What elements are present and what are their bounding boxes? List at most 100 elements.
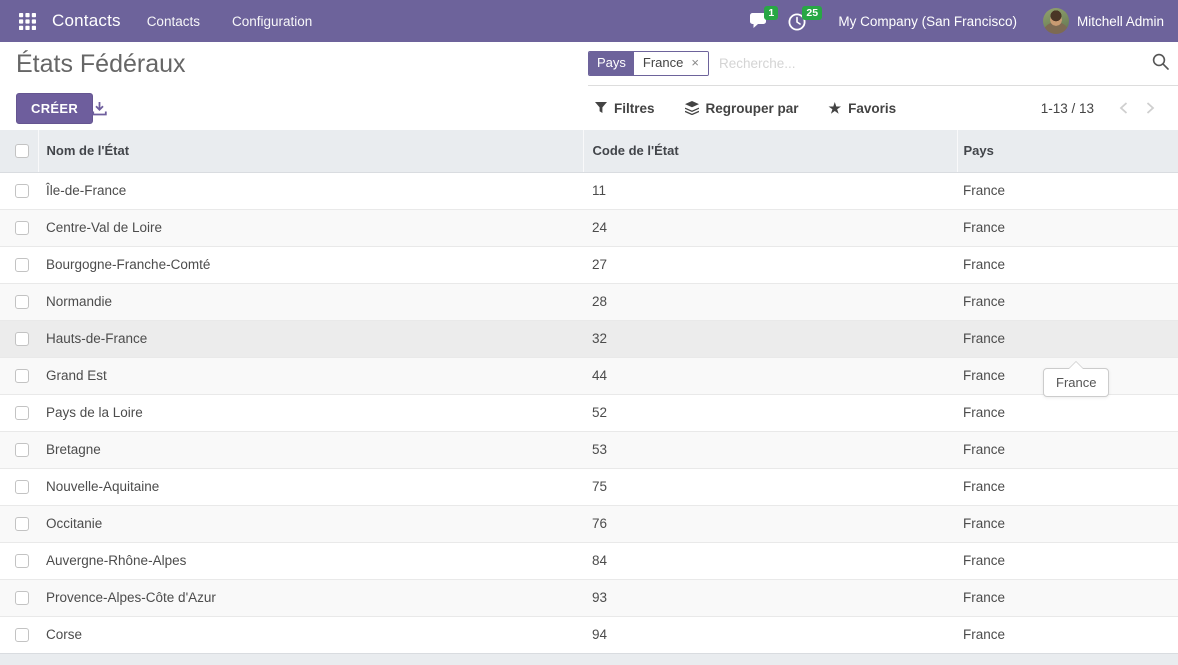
table-row[interactable]: Île-de-France11France bbox=[0, 172, 1178, 209]
row-checkbox-cell bbox=[0, 579, 38, 616]
state-name-cell[interactable]: Nouvelle-Aquitaine bbox=[38, 468, 583, 505]
company-switcher[interactable]: My Company (San Francisco) bbox=[838, 14, 1017, 29]
row-checkbox-cell bbox=[0, 320, 38, 357]
table-row[interactable]: Bretagne53France bbox=[0, 431, 1178, 468]
state-country-cell[interactable]: France bbox=[957, 505, 1178, 542]
state-country-cell[interactable]: France bbox=[957, 431, 1178, 468]
search-bar[interactable]: Pays France × bbox=[588, 42, 1178, 86]
export-icon[interactable] bbox=[92, 101, 107, 121]
table-row[interactable]: Pays de la Loire52France bbox=[0, 394, 1178, 431]
state-code-cell[interactable]: 44 bbox=[583, 357, 957, 394]
list-view: Nom de l'État Code de l'État Pays Île-de… bbox=[0, 130, 1178, 653]
groupby-button[interactable]: Regrouper par bbox=[685, 101, 799, 116]
state-country-cell[interactable]: France bbox=[957, 468, 1178, 505]
row-checkbox-cell bbox=[0, 394, 38, 431]
state-name-cell[interactable]: Normandie bbox=[38, 283, 583, 320]
apps-grid-icon[interactable] bbox=[12, 0, 42, 42]
row-checkbox[interactable] bbox=[15, 517, 29, 531]
state-code-cell[interactable]: 32 bbox=[583, 320, 957, 357]
search-facet[interactable]: Pays France × bbox=[588, 51, 709, 76]
state-name-cell[interactable]: Occitanie bbox=[38, 505, 583, 542]
state-name-cell[interactable]: Pays de la Loire bbox=[38, 394, 583, 431]
state-name-cell[interactable]: Île-de-France bbox=[38, 172, 583, 209]
favorites-button[interactable]: ★ Favoris bbox=[829, 100, 897, 117]
state-code-cell[interactable]: 28 bbox=[583, 283, 957, 320]
messages-button[interactable]: 1 bbox=[748, 0, 786, 42]
state-name-cell[interactable]: Grand Est bbox=[38, 357, 583, 394]
user-menu[interactable]: Mitchell Admin bbox=[1043, 8, 1164, 34]
state-name-cell[interactable]: Bretagne bbox=[38, 431, 583, 468]
tooltip: France bbox=[1043, 368, 1109, 397]
table-row[interactable]: Grand Est44 France bbox=[0, 357, 1178, 394]
state-code-cell[interactable]: 52 bbox=[583, 394, 957, 431]
search-input[interactable] bbox=[709, 56, 1146, 71]
facet-value: France bbox=[634, 52, 689, 75]
state-code-cell[interactable]: 53 bbox=[583, 431, 957, 468]
state-code-cell[interactable]: 76 bbox=[583, 505, 957, 542]
table-row[interactable]: Normandie28France bbox=[0, 283, 1178, 320]
state-name-cell[interactable]: Bourgogne-Franche-Comté bbox=[38, 246, 583, 283]
state-country-cell[interactable]: France bbox=[957, 542, 1178, 579]
table-row[interactable]: Centre-Val de Loire24France bbox=[0, 209, 1178, 246]
row-checkbox[interactable] bbox=[15, 221, 29, 235]
column-header-country[interactable]: Pays bbox=[957, 130, 1178, 172]
row-checkbox[interactable] bbox=[15, 295, 29, 309]
search-options: Filtres Regrouper par ★ Favoris bbox=[595, 86, 926, 130]
facet-remove-icon[interactable]: × bbox=[689, 52, 708, 75]
create-button[interactable]: CRÉER bbox=[16, 93, 93, 124]
table-row[interactable]: Corse94France bbox=[0, 616, 1178, 653]
pager-previous-icon[interactable] bbox=[1110, 97, 1137, 119]
row-checkbox[interactable] bbox=[15, 628, 29, 642]
state-code-cell[interactable]: 75 bbox=[583, 468, 957, 505]
state-name-cell[interactable]: Auvergne-Rhône-Alpes bbox=[38, 542, 583, 579]
column-header-name[interactable]: Nom de l'État bbox=[38, 130, 583, 172]
state-country-cell[interactable]: France bbox=[957, 209, 1178, 246]
table-row[interactable]: Provence-Alpes-Côte d'Azur93France bbox=[0, 579, 1178, 616]
filters-button[interactable]: Filtres bbox=[595, 101, 655, 116]
table-row[interactable]: Nouvelle-Aquitaine75France bbox=[0, 468, 1178, 505]
navbar-menu-item[interactable]: Contacts bbox=[147, 14, 200, 29]
state-code-cell[interactable]: 24 bbox=[583, 209, 957, 246]
state-code-cell[interactable]: 27 bbox=[583, 246, 957, 283]
row-checkbox[interactable] bbox=[15, 332, 29, 346]
activities-button[interactable]: 25 bbox=[786, 0, 824, 42]
row-checkbox[interactable] bbox=[15, 591, 29, 605]
state-code-cell[interactable]: 84 bbox=[583, 542, 957, 579]
state-country-cell[interactable]: France bbox=[957, 320, 1178, 357]
table-row[interactable]: Bourgogne-Franche-Comté27France bbox=[0, 246, 1178, 283]
row-checkbox[interactable] bbox=[15, 258, 29, 272]
table-row[interactable]: Occitanie76France bbox=[0, 505, 1178, 542]
row-checkbox[interactable] bbox=[15, 480, 29, 494]
table-header-row: Nom de l'État Code de l'État Pays bbox=[0, 130, 1178, 172]
state-name-cell[interactable]: Hauts-de-France bbox=[38, 320, 583, 357]
select-all-header[interactable] bbox=[0, 130, 38, 172]
table-row[interactable]: Hauts-de-France32France bbox=[0, 320, 1178, 357]
state-code-cell[interactable]: 94 bbox=[583, 616, 957, 653]
row-checkbox[interactable] bbox=[15, 406, 29, 420]
column-header-code[interactable]: Code de l'État bbox=[583, 130, 957, 172]
row-checkbox-cell bbox=[0, 357, 38, 394]
select-all-checkbox[interactable] bbox=[15, 144, 29, 158]
facet-field-label: Pays bbox=[589, 52, 634, 75]
row-checkbox[interactable] bbox=[15, 554, 29, 568]
state-country-cell[interactable]: France bbox=[957, 579, 1178, 616]
state-code-cell[interactable]: 93 bbox=[583, 579, 957, 616]
favorites-label: Favoris bbox=[848, 101, 896, 116]
state-code-cell[interactable]: 11 bbox=[583, 172, 957, 209]
row-checkbox[interactable] bbox=[15, 369, 29, 383]
row-checkbox[interactable] bbox=[15, 443, 29, 457]
row-checkbox[interactable] bbox=[15, 184, 29, 198]
pager-next-icon[interactable] bbox=[1137, 97, 1164, 119]
state-name-cell[interactable]: Provence-Alpes-Côte d'Azur bbox=[38, 579, 583, 616]
search-icon[interactable] bbox=[1146, 53, 1174, 75]
app-brand[interactable]: Contacts bbox=[52, 11, 121, 31]
state-country-cell[interactable]: France bbox=[957, 172, 1178, 209]
state-country-cell[interactable]: France bbox=[957, 246, 1178, 283]
state-name-cell[interactable]: Centre-Val de Loire bbox=[38, 209, 583, 246]
state-country-cell[interactable]: France bbox=[957, 616, 1178, 653]
table-row[interactable]: Auvergne-Rhône-Alpes84France bbox=[0, 542, 1178, 579]
state-country-cell[interactable]: France bbox=[957, 394, 1178, 431]
state-country-cell[interactable]: France bbox=[957, 283, 1178, 320]
navbar-menu-item[interactable]: Configuration bbox=[232, 14, 312, 29]
state-name-cell[interactable]: Corse bbox=[38, 616, 583, 653]
